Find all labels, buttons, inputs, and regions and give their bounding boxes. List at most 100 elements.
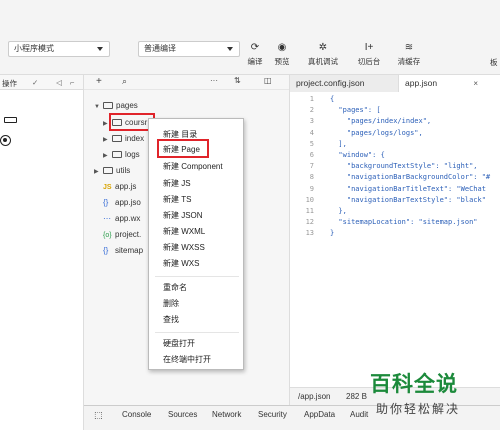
toolbar: 小程序模式 普通编译 ⟳ 编译 ◉ 预览 ✲ 真机调试 I+ 切后台 ≋ 清缓存… bbox=[0, 0, 500, 75]
split-icon[interactable]: ◫ bbox=[264, 76, 272, 85]
tree-label: logs bbox=[125, 150, 140, 159]
close-icon[interactable]: × bbox=[473, 75, 478, 92]
tree-label: coursr bbox=[125, 118, 148, 127]
dropdown-icon[interactable]: ✓ bbox=[32, 78, 38, 87]
remote-debug-label: 真机调试 bbox=[308, 57, 338, 66]
more-icon[interactable]: ··· bbox=[210, 76, 218, 85]
chevron-down-icon bbox=[227, 47, 233, 51]
add-file-icon[interactable]: + bbox=[96, 76, 102, 87]
watermark: 百科全说 助你轻松解决 bbox=[370, 368, 494, 422]
line-number: 2 bbox=[309, 106, 314, 115]
menu-item-new-json[interactable]: 新建 JSON bbox=[163, 209, 203, 223]
line-number: 4 bbox=[309, 128, 314, 137]
line-number: 7 bbox=[309, 162, 314, 171]
menu-item-new-folder[interactable]: 新建 目录 bbox=[163, 128, 197, 142]
tab-label: app.json bbox=[405, 78, 438, 88]
tree-label: utils bbox=[116, 166, 131, 175]
background-switch-label: 切后台 bbox=[357, 57, 381, 66]
watermark-logo: 百科全说 bbox=[370, 373, 458, 396]
devtools-tab-appdata[interactable]: AppData bbox=[304, 410, 335, 419]
folder-icon bbox=[112, 119, 122, 126]
menu-item-new-ts[interactable]: 新建 TS bbox=[163, 193, 191, 207]
battery-icon bbox=[4, 117, 17, 123]
chevron-right-icon: ▶ bbox=[103, 121, 108, 127]
tree-label: app.js bbox=[115, 182, 137, 191]
code-line: "window": { bbox=[330, 151, 385, 159]
devtools-tab-sources[interactable]: Sources bbox=[168, 410, 197, 419]
tree-label: app.wx bbox=[115, 214, 141, 223]
status-file-size: 282 B bbox=[346, 392, 367, 401]
code-line: "pages": [ bbox=[330, 106, 381, 115]
chevron-down-icon bbox=[97, 47, 103, 51]
tree-folder-logs[interactable]: ▶ logs bbox=[103, 147, 140, 162]
tree-file-app-js[interactable]: JS app.js bbox=[103, 179, 136, 194]
tree-file-project-config[interactable]: {o} project. bbox=[103, 227, 141, 242]
preview-label: 预览 bbox=[274, 57, 290, 66]
remote-debug-button[interactable]: ✲ 真机调试 bbox=[306, 41, 340, 67]
clear-cache-button[interactable]: ≋ 清缓存 bbox=[392, 41, 426, 67]
line-number: 5 bbox=[309, 139, 314, 148]
menu-item-open-disk[interactable]: 硬盘打开 bbox=[163, 337, 195, 351]
layers-icon: ≋ bbox=[404, 42, 414, 53]
tab-app-json[interactable]: app.json × bbox=[398, 75, 500, 92]
code-line: { bbox=[330, 95, 335, 103]
preview-button[interactable]: ◉ 预览 bbox=[265, 41, 299, 67]
tree-file-sitemap[interactable]: {} sitemap bbox=[103, 243, 143, 258]
devtools-tab-console[interactable]: Console bbox=[122, 410, 151, 419]
record-icon[interactable] bbox=[0, 135, 11, 146]
code-line: }, bbox=[330, 207, 347, 215]
tree-label: sitemap bbox=[115, 246, 144, 255]
devtools-tab-network[interactable]: Network bbox=[212, 410, 241, 419]
collapse-icon[interactable]: ⇅ bbox=[234, 76, 241, 85]
code-editor[interactable]: 1 {2 "pages": [3 "pages/index/index", 4 "p… bbox=[290, 92, 500, 387]
menu-separator bbox=[155, 276, 239, 277]
config-file-icon: {o} bbox=[103, 232, 112, 239]
volume-icon[interactable]: ◁ bbox=[56, 78, 62, 87]
menu-item-rename[interactable]: 重命名 bbox=[163, 281, 187, 295]
version-button-partial[interactable]: 板 bbox=[490, 57, 498, 68]
menu-separator bbox=[155, 332, 239, 333]
line-number: 6 bbox=[309, 151, 314, 159]
editor-tabs: project.config.json app.json × bbox=[290, 75, 500, 92]
compile-select[interactable]: 普通编译 bbox=[138, 41, 240, 57]
menu-item-new-page[interactable]: 新建 Page bbox=[163, 143, 200, 157]
inspect-icon[interactable]: ⬚ bbox=[94, 410, 103, 421]
explorer-toolbar: + ⌕ ··· ⇅ ◫ bbox=[84, 75, 289, 90]
menu-item-new-wxss[interactable]: 新建 WXSS bbox=[163, 241, 205, 255]
search-icon[interactable]: ⌕ bbox=[122, 76, 127, 87]
fullscreen-icon[interactable]: ⌐ bbox=[70, 78, 74, 87]
code-line: "navigationBarTitleText": "WeChat bbox=[330, 184, 486, 193]
tree-folder-utils[interactable]: ▶ utils bbox=[94, 163, 130, 178]
menu-item-find[interactable]: 查找 bbox=[163, 313, 179, 327]
tree-folder-pages[interactable]: ▼ pages bbox=[94, 98, 138, 113]
line-number: 8 bbox=[309, 173, 314, 182]
menu-item-new-component[interactable]: 新建 Component bbox=[163, 160, 223, 174]
devtools-tab-security[interactable]: Security bbox=[258, 410, 287, 419]
chevron-right-icon: ▶ bbox=[103, 137, 108, 143]
tree-folder-index[interactable]: ▶ index bbox=[103, 131, 144, 146]
watermark-subtitle: 助你轻松解决 bbox=[376, 402, 461, 416]
json-file-icon: {} bbox=[103, 246, 109, 255]
mode-select-value: 小程序模式 bbox=[14, 44, 54, 53]
tree-file-app-json[interactable]: {} app.jso bbox=[103, 195, 141, 210]
menu-item-new-wxs[interactable]: 新建 WXS bbox=[163, 257, 199, 271]
mode-select[interactable]: 小程序模式 bbox=[8, 41, 110, 57]
simulator-header: 操作 ✓ ◁ ⌐ bbox=[0, 75, 83, 90]
eye-icon: ◉ bbox=[277, 42, 287, 53]
tree-folder-coursr[interactable]: ▶ coursr bbox=[103, 115, 147, 130]
tree-file-app-wxss[interactable]: ⋯ app.wx bbox=[103, 211, 140, 226]
menu-item-new-js[interactable]: 新建 JS bbox=[163, 177, 191, 191]
chevron-right-icon: ▶ bbox=[103, 153, 108, 159]
tab-project-config[interactable]: project.config.json bbox=[290, 75, 398, 92]
menu-item-open-terminal[interactable]: 在终端中打开 bbox=[163, 353, 211, 367]
devtools-tab-audits[interactable]: Audit bbox=[350, 410, 368, 419]
wxss-file-icon: ⋯ bbox=[103, 214, 111, 223]
tree-label: project. bbox=[115, 230, 142, 239]
chevron-down-icon: ▼ bbox=[94, 104, 100, 110]
menu-item-new-wxml[interactable]: 新建 WXML bbox=[163, 225, 205, 239]
code-line: "sitemapLocation": "sitemap.json" bbox=[330, 218, 478, 227]
background-switch-button[interactable]: I+ 切后台 bbox=[352, 41, 386, 67]
context-menu: 新建 目录 新建 Page 新建 Component 新建 JS 新建 TS 新… bbox=[148, 118, 244, 370]
code-line: "navigationBarTextStyle": "black" bbox=[330, 195, 486, 204]
menu-item-delete[interactable]: 删除 bbox=[163, 297, 179, 311]
